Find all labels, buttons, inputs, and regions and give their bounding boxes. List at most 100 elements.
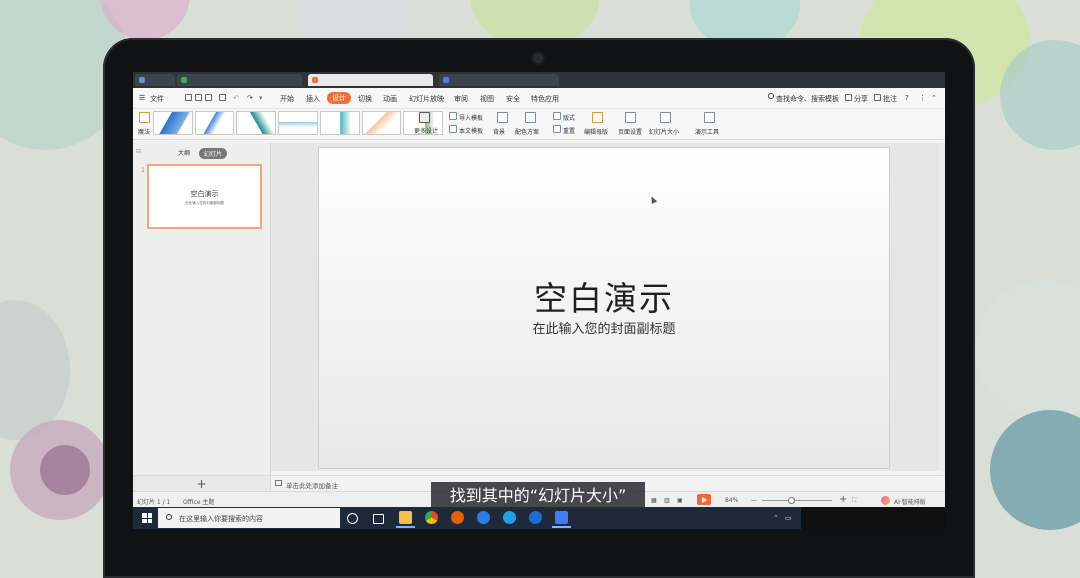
slide-counter: 幻灯片 1 / 1 [137,499,171,506]
menu-view[interactable]: 视图 [480,94,494,104]
search-icon [166,514,172,520]
zoom-in-button[interactable]: + [839,494,847,505]
magic-button[interactable]: 魔法 [138,127,150,136]
menu-home[interactable]: 开始 [280,94,294,104]
window-tab-active[interactable] [308,74,433,86]
redo-icon[interactable]: ↷ [247,94,253,102]
menu-security[interactable]: 安全 [506,94,520,104]
presentation-tools-button[interactable]: 演示工具 [695,127,719,136]
text-template-icon [449,125,457,133]
command-search[interactable]: 查找命令、搜索模板 [776,94,839,104]
text-template-button[interactable]: 本文模板 [459,126,483,135]
video-caption: 找到其中的“幻灯片大小” [431,482,645,509]
hamburger-icon[interactable]: ☰ [139,94,145,102]
design-template-5[interactable] [319,111,360,135]
firefox-icon[interactable] [451,511,464,524]
zoom-slider-handle[interactable] [788,497,795,504]
zoom-slider-track[interactable] [762,500,832,501]
design-template-4[interactable] [278,111,318,135]
window-tab-2[interactable] [177,74,302,86]
preview-icon[interactable] [205,94,212,101]
chrome-icon[interactable] [425,511,438,524]
comment-icon[interactable] [874,94,881,101]
edit-master-button[interactable]: 编辑母版 [584,127,608,136]
design-template-2[interactable] [194,111,235,135]
menu-slideshow[interactable]: 幻灯片放映 [409,94,444,104]
help-icon[interactable]: ? [905,94,909,102]
color-scheme-icon [525,112,536,123]
normal-view-icon[interactable]: ▦ [651,497,657,504]
export-icon[interactable] [219,94,226,101]
undo-icon[interactable]: ↶ [233,94,239,102]
comment-button[interactable]: 批注 [883,94,897,104]
menu-special-apps[interactable]: 特色应用 [531,94,559,104]
slide[interactable]: 空白演示 在此输入您的封面副标题 [318,147,890,469]
design-template-6[interactable] [361,111,402,135]
design-templates [153,111,444,135]
share-icon[interactable] [845,94,852,101]
tab-outline[interactable]: 大纲 [178,148,190,157]
menu-design[interactable]: 设计 [327,92,351,104]
windows-taskbar: 在这里输入你要搜索的内容 ⌃ ▭ [133,507,945,529]
tab-slides[interactable]: 幻灯片 [199,148,228,159]
webcam [533,53,543,63]
chat-app-icon[interactable] [503,511,516,524]
import-template-button[interactable]: 导入模板 [459,113,483,122]
notes-placeholder[interactable]: 单击此处添加备注 [286,480,338,490]
wps-office-icon[interactable] [552,511,571,528]
cortana-icon[interactable] [347,513,358,524]
zoom-level[interactable]: 84% [725,497,738,504]
slide-title[interactable]: 空白演示 [319,272,889,320]
menu-review[interactable]: 审阅 [454,94,468,104]
menu-insert[interactable]: 插入 [306,94,320,104]
edge-icon[interactable] [529,511,542,524]
menu-file[interactable]: 文件 [150,94,164,104]
taskbar-search[interactable]: 在这里输入你要搜索的内容 [158,508,340,528]
slide-size-button[interactable]: 幻灯片大小 [649,127,679,136]
print-icon[interactable] [195,94,202,101]
reset-button[interactable]: 重置 [563,126,575,135]
fit-window-icon[interactable]: ⛶ [852,497,856,505]
panel-collapse-icon[interactable]: ⊟ [136,148,141,155]
windows-start-icon[interactable] [142,513,152,523]
taskbar-search-input[interactable]: 在这里输入你要搜索的内容 [179,514,263,524]
network-icon[interactable]: ▭ [785,514,792,522]
design-template-3[interactable] [236,111,277,135]
more-icon[interactable]: ⋮ [919,94,926,102]
page-setup-button[interactable]: 页面设置 [618,127,642,136]
background-button[interactable]: 背景 [493,127,505,136]
collapse-ribbon-icon[interactable]: ⌃ [931,94,937,102]
tab-icon [443,77,449,83]
ai-layout-button[interactable]: AI·智能排版 [894,497,926,506]
tray-chevron-icon[interactable]: ⌃ [773,514,779,522]
search-icon[interactable] [768,93,774,99]
window-tab-1[interactable] [135,74,175,86]
color-scheme-button[interactable]: 配色方案 [515,127,539,136]
save-icon[interactable] [185,94,192,101]
slide-sorter-icon[interactable]: ▥ [664,497,670,504]
import-icon [449,112,457,120]
thumbnail-title: 空白演示 [190,190,219,198]
reading-view-icon[interactable]: ▣ [677,497,683,504]
window-tab-4[interactable] [439,74,559,86]
chevron-down-icon[interactable]: ▾ [259,94,263,102]
more-designs-button[interactable]: 更多设计 [414,126,438,135]
magic-wand-icon[interactable] [139,112,150,123]
zoom-out-button[interactable]: — [751,497,757,504]
share-button[interactable]: 分享 [854,94,868,104]
design-template-1[interactable] [153,111,193,135]
theme-name: Office 主题 [183,499,215,506]
slide-thumbnail[interactable]: 空白演示 在此输入您的封面副标题 [147,164,262,229]
slide-panel: ⊟ 大纲 幻灯片 1 空白演示 在此输入您的封面副标题 + [133,143,271,492]
task-view-icon[interactable] [373,514,384,524]
slide-subtitle[interactable]: 在此输入您的封面副标题 [319,318,889,337]
browser-icon[interactable] [477,511,490,524]
play-slideshow-button[interactable] [697,494,711,505]
vertical-scrollbar[interactable] [939,143,945,473]
design-ribbon: 魔法 更多设计 导入模板 本文模板 背景 配色方案 版式 重置 编辑母版 页面设… [133,109,945,140]
menu-transitions[interactable]: 切换 [358,94,372,104]
file-explorer-icon[interactable] [396,511,415,528]
menu-animations[interactable]: 动画 [383,94,397,104]
layout-button[interactable]: 版式 [563,113,575,122]
add-slide-button[interactable]: + [133,475,270,492]
